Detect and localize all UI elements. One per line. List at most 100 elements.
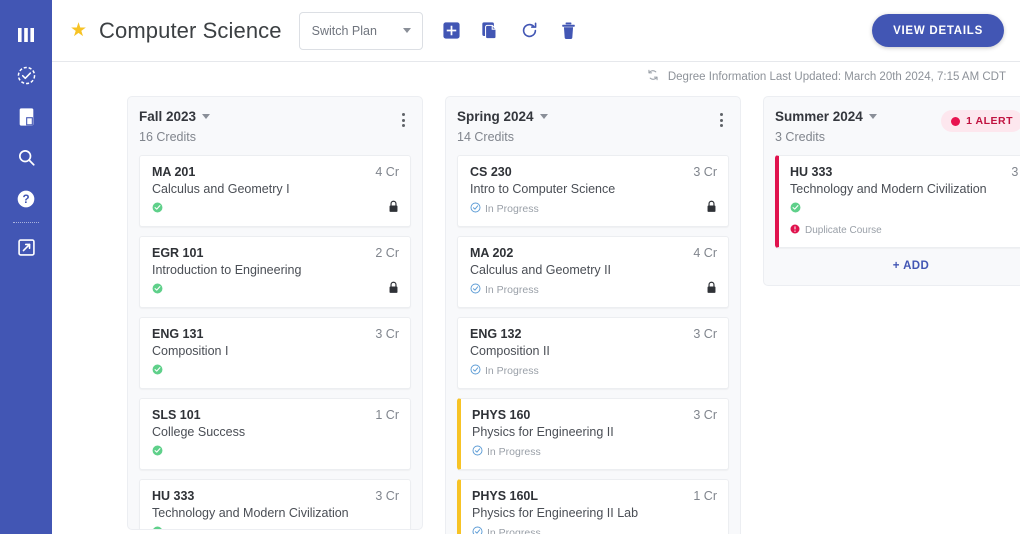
favorite-star-icon[interactable]: ★	[70, 21, 87, 40]
add-course-button[interactable]: + ADD	[775, 260, 1020, 272]
lock-icon	[388, 200, 399, 218]
completed-check-icon	[152, 281, 163, 299]
course-card[interactable]: EGR 101 2 Cr Introduction to Engineering	[139, 236, 411, 308]
sidebar-item-plan[interactable]	[6, 14, 46, 55]
switch-plan-label: Switch Plan	[311, 23, 377, 38]
course-name: Composition II	[470, 344, 550, 358]
course-status	[152, 281, 388, 299]
term-header: Summer 2024 3 Credits 1 ALERT	[775, 109, 1020, 144]
lock-icon	[388, 281, 399, 299]
duplicate-plan-icon[interactable]	[481, 21, 501, 41]
chevron-down-icon	[402, 28, 411, 33]
course-status	[152, 362, 399, 380]
lock-icon	[706, 200, 717, 218]
sidebar-item-external[interactable]	[6, 227, 46, 268]
alert-dot-icon	[951, 116, 961, 126]
course-code: ENG 132	[470, 327, 522, 341]
completed-check-icon	[152, 524, 163, 529]
term-column: Spring 2024 14 Credits CS 230 3 Cr Intro to …	[445, 96, 741, 534]
course-credits: 3 Cr	[693, 165, 717, 179]
course-card-footer: In Progress	[470, 200, 717, 218]
course-card[interactable]: ENG 131 3 Cr Composition I	[139, 317, 411, 389]
course-card[interactable]: ENG 132 3 Cr Composition II In Progress	[457, 317, 729, 389]
page-title: Computer Science	[99, 17, 282, 43]
course-name: College Success	[152, 425, 246, 439]
app-sidebar: ?	[0, 0, 52, 534]
term-alert-badge[interactable]: 1 ALERT	[941, 110, 1020, 132]
sidebar-item-catalog[interactable]	[6, 96, 46, 137]
sidebar-item-progress[interactable]	[6, 55, 46, 96]
term-title: Summer 2024	[775, 109, 863, 124]
course-card-footer	[790, 200, 1020, 218]
course-card[interactable]: PHYS 160L 1 Cr Physics for Engineering II …	[457, 479, 729, 534]
course-card-top: SLS 101 1 Cr	[152, 408, 399, 422]
course-code: CS 230	[470, 165, 512, 179]
course-card[interactable]: MA 201 4 Cr Calculus and Geometry I	[139, 155, 411, 227]
course-card[interactable]: MA 202 4 Cr Calculus and Geometry II In Pro…	[457, 236, 729, 308]
sync-icon	[646, 68, 660, 87]
view-details-button[interactable]: VIEW DETAILS	[872, 14, 1004, 47]
switch-plan-dropdown[interactable]: Switch Plan	[298, 11, 423, 50]
course-card[interactable]: PHYS 160 3 Cr Physics for Engineering II In…	[457, 398, 729, 470]
course-credits: 3 Cr	[375, 489, 399, 503]
sidebar-item-search[interactable]	[6, 137, 46, 178]
course-name: Calculus and Geometry I	[152, 182, 290, 196]
in-progress-icon	[470, 281, 481, 299]
completed-check-icon	[152, 443, 163, 461]
course-code: HU 333	[152, 489, 195, 503]
course-name: Technology and Modern Civilization	[152, 506, 349, 520]
course-status: In Progress	[470, 362, 717, 380]
course-alert-text: Duplicate Course	[805, 224, 882, 236]
course-card[interactable]: CS 230 3 Cr Intro to Computer Science In Pr…	[457, 155, 729, 227]
course-card[interactable]: HU 333 3 Cr Technology and Modern Civiliza…	[139, 479, 411, 529]
term-header: Fall 2023 16 Credits	[139, 109, 411, 144]
external-link-icon	[17, 238, 36, 257]
course-status-text: In Progress	[485, 203, 539, 215]
course-credits: 3 Cr	[693, 327, 717, 341]
chevron-down-icon	[539, 114, 548, 119]
course-card-top: HU 333 3 Cr	[152, 489, 399, 503]
course-name: Intro to Computer Science	[470, 182, 616, 196]
course-status	[790, 200, 1020, 218]
term-title-row[interactable]: Summer 2024	[775, 109, 941, 124]
delete-plan-icon[interactable]	[559, 21, 579, 41]
course-credits: 4 Cr	[693, 246, 717, 260]
term-credits: 14 Credits	[457, 130, 514, 144]
term-credits: 16 Credits	[139, 130, 196, 144]
course-credits: 1 Cr	[375, 408, 399, 422]
course-code: MA 202	[470, 246, 514, 260]
in-progress-icon	[470, 200, 481, 218]
course-card-top: CS 230 3 Cr	[470, 165, 717, 179]
term-column: Fall 2023 16 Credits MA 201 4 Cr Calculus an…	[127, 96, 423, 530]
term-title-row[interactable]: Fall 2023	[139, 109, 395, 124]
term-menu-button[interactable]	[395, 110, 411, 130]
chevron-down-icon	[868, 114, 877, 119]
plan-columns-icon	[17, 27, 35, 43]
course-status	[152, 200, 388, 218]
add-plan-icon[interactable]	[442, 21, 462, 41]
course-status	[152, 443, 399, 461]
completed-check-icon	[152, 200, 163, 218]
term-title-row[interactable]: Spring 2024	[457, 109, 713, 124]
main-pane: ★ Computer Science Switch Plan VIEW DETA…	[52, 0, 1020, 534]
course-list: MA 201 4 Cr Calculus and Geometry I EGR 101…	[139, 155, 411, 529]
course-status: In Progress	[470, 200, 706, 218]
course-list: HU 333 3 Cr Technology and Modern Civiliza…	[775, 155, 1020, 248]
term-menu-button[interactable]	[713, 110, 729, 130]
in-progress-icon	[472, 443, 483, 461]
sidebar-item-help[interactable]: ?	[6, 178, 46, 219]
last-updated-text: Degree Information Last Updated: March 2…	[667, 71, 1006, 83]
course-card[interactable]: HU 333 3 Cr Technology and Modern Civiliza…	[775, 155, 1020, 248]
course-name: Calculus and Geometry II	[470, 263, 612, 277]
svg-text:?: ?	[22, 193, 29, 206]
in-progress-icon	[472, 524, 483, 534]
course-card[interactable]: SLS 101 1 Cr College Success	[139, 398, 411, 470]
course-alert-icon	[790, 221, 800, 239]
course-name: Physics for Engineering II	[472, 425, 614, 439]
course-credits: 3 Cr	[1011, 165, 1020, 179]
term-header-left: Fall 2023 16 Credits	[139, 109, 395, 144]
term-title: Fall 2023	[139, 109, 197, 124]
refresh-plan-icon[interactable]	[520, 21, 540, 41]
course-alert-line: Duplicate Course	[790, 221, 1020, 239]
course-credits: 1 Cr	[693, 489, 717, 503]
